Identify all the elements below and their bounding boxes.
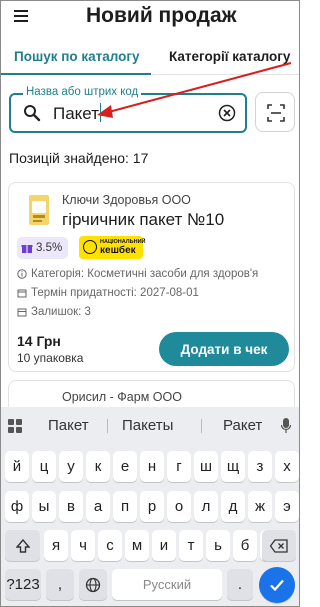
key-и[interactable]: и [152,530,176,561]
national-cashback-icon [83,240,97,254]
product-name: гірчичник пакет №10 [62,210,225,229]
key-у[interactable]: у [59,451,83,482]
app-screen: Новий продаж Пошук по каталогу Категорії… [0,0,300,607]
key-е[interactable]: е [113,451,137,482]
key-р[interactable]: р [140,491,164,522]
key-э[interactable]: э [275,491,299,522]
key-ц[interactable]: ц [32,451,56,482]
app-header: Новий продаж [1,1,299,37]
product-expiry: Термін придатності: 2027-08-01 [17,287,199,299]
barcode-scan-button[interactable] [255,92,295,132]
product-stock: Залишок: 3 [17,306,91,318]
key-т[interactable]: т [179,530,203,561]
suggestion-divider [107,419,108,433]
key-в[interactable]: в [59,491,83,522]
search-icon [24,105,41,122]
search-input[interactable]: Назва або штрих код Пакет [9,86,247,133]
product-category-text: Категорія: Косметичні засоби для здоров'… [31,268,259,280]
info-icon [17,269,27,279]
warehouse-icon [17,308,27,317]
product-stock-text: Залишок: 3 [31,306,91,318]
key-щ[interactable]: щ [221,451,245,482]
page-title: Новий продаж [86,4,237,27]
shift-key[interactable] [5,530,40,561]
backspace-icon [270,538,288,553]
barcode-scan-icon [267,104,285,122]
period-key[interactable]: . [227,569,253,600]
suggestion-2[interactable]: Пакеты [122,417,173,434]
gift-icon [21,245,33,253]
tab-catalog-search[interactable]: Пошук по каталогу [14,49,140,64]
apps-grid-icon[interactable] [8,419,22,433]
checkmark-icon [270,579,284,592]
search-input-value: Пакет [53,103,102,124]
key-ж[interactable]: ж [248,491,272,522]
key-д[interactable]: д [221,491,245,522]
key-н[interactable]: н [140,451,164,482]
national-cashback-big: кешбек [100,245,136,256]
globe-icon [85,577,101,592]
add-to-receipt-button[interactable]: Додати в чек [159,332,289,366]
enter-key[interactable] [259,567,295,603]
key-ш[interactable]: ш [194,451,218,482]
key-й[interactable]: й [5,451,29,482]
key-ь[interactable]: ь [206,530,230,561]
key-а[interactable]: а [86,491,110,522]
product-price: 14 Грн [17,333,61,349]
results-count: Позицій знайдено: 17 [9,150,149,166]
key-п[interactable]: п [113,491,137,522]
search-input-label: Назва або штрих код [23,86,142,98]
menu-icon[interactable] [14,10,28,22]
calendar-icon [17,289,27,298]
key-ы[interactable]: ы [32,491,56,522]
microphone-icon[interactable] [281,418,291,434]
clear-icon[interactable] [218,104,236,122]
tab-catalog-categories[interactable]: Категорії каталогу [169,49,290,64]
backspace-key[interactable] [262,530,296,561]
cashback-percent: 3.5% [36,242,63,254]
product-card[interactable]: Ключи Здоровья ООО гірчичник пакет №10 3… [8,182,295,372]
key-г[interactable]: г [167,451,191,482]
key-ф[interactable]: ф [5,491,29,522]
symbols-key[interactable]: ?123 [5,569,41,600]
onscreen-keyboard: Пакет Пакеты Ракет йцукенгшщзх фывапролдж… [1,407,299,606]
suggestion-bar: Пакет Пакеты Ракет [1,407,299,445]
product-pack: 10 упаковка [17,351,84,365]
product-thumbnail [29,195,49,225]
key-к[interactable]: к [86,451,110,482]
key-с[interactable]: с [98,530,122,561]
key-з[interactable]: з [248,451,272,482]
key-б[interactable]: б [233,530,257,561]
product-supplier: Орисил - Фарм ООО [62,390,182,404]
key-х[interactable]: х [275,451,299,482]
tab-bar: Пошук по каталогу Категорії каталогу [1,41,299,75]
cashback-badge: 3.5% [17,237,69,259]
comma-key[interactable]: , [46,569,74,600]
suggestion-3[interactable]: Ракет [223,417,262,434]
product-expiry-text: Термін придатності: 2027-08-01 [31,287,199,299]
key-я[interactable]: я [44,530,68,561]
key-ч[interactable]: ч [71,530,95,561]
suggestion-divider [201,419,202,433]
key-о[interactable]: о [167,491,191,522]
national-cashback-logo: НАЦІОНАЛЬНИЙ кешбек [79,236,145,259]
key-м[interactable]: м [125,530,149,561]
product-supplier: Ключи Здоровья ООО [62,193,191,207]
suggestion-1[interactable]: Пакет [48,417,89,434]
shift-icon [15,538,30,553]
key-л[interactable]: л [194,491,218,522]
space-key[interactable]: Русский [112,569,222,600]
active-tab-indicator [1,73,151,75]
product-category: Категорія: Косметичні засоби для здоров'… [17,268,258,280]
language-key[interactable] [79,569,107,600]
